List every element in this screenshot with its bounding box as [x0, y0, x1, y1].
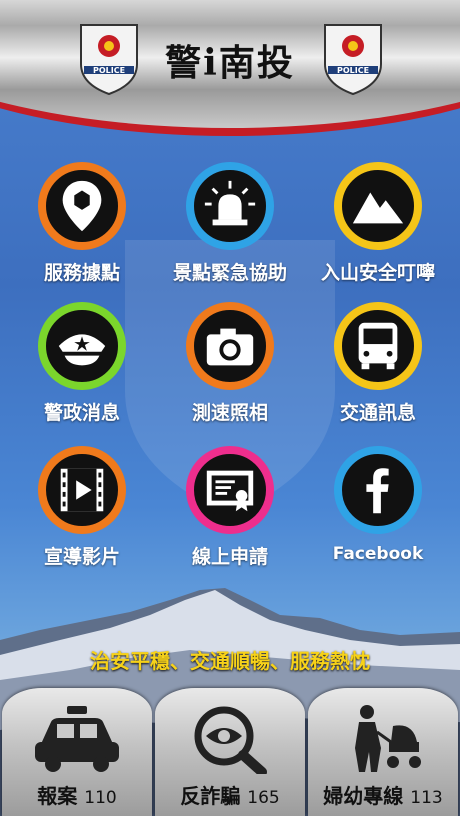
svg-text:POLICE: POLICE	[337, 66, 369, 75]
speed-camera-label: 測速照相	[191, 402, 268, 424]
mountain-safety-label: 入山安全叮嚀	[320, 262, 435, 284]
camera-icon	[186, 302, 274, 390]
service-locations-label: 服務據點	[43, 262, 120, 284]
svg-text:POLICE: POLICE	[93, 66, 125, 75]
facebook-button[interactable]: Facebook	[303, 446, 453, 576]
traffic-info-label: 交通訊息	[339, 402, 416, 424]
women-children-113-button[interactable]: 婦幼專線 113	[308, 688, 458, 816]
women-children-113-label: 婦幼專線 113	[323, 784, 443, 808]
mountain-safety-button[interactable]: 入山安全叮嚀	[303, 162, 453, 292]
speed-camera-button[interactable]: 測速照相	[155, 302, 305, 432]
promo-video-button[interactable]: 宣導影片	[7, 446, 157, 576]
bottom-hotline-bar: 報案 110 反詐騙 165 婦幼專線 113	[0, 688, 460, 816]
promo-video-label: 宣導影片	[43, 546, 120, 568]
emergency-light-icon	[186, 162, 274, 250]
police-cap-icon	[38, 302, 126, 390]
police-car-icon	[35, 706, 119, 772]
online-application-button[interactable]: 線上申請	[155, 446, 305, 576]
certificate-icon	[186, 446, 274, 534]
film-icon	[38, 446, 126, 534]
police-news-button[interactable]: 警政消息	[7, 302, 157, 432]
app-header: POLICE 警i南投 POLICE	[0, 0, 460, 140]
police-news-label: 警政消息	[43, 402, 120, 424]
service-locations-button[interactable]: 服務據點	[7, 162, 157, 292]
scenic-emergency-button[interactable]: 景點緊急協助	[155, 162, 305, 292]
bus-icon	[334, 302, 422, 390]
scenic-emergency-label: 景點緊急協助	[172, 262, 287, 284]
anti-fraud-165-button[interactable]: 反詐騙 165	[155, 688, 305, 816]
mountain-icon	[334, 162, 422, 250]
facebook-label: Facebook	[332, 544, 424, 564]
anti-fraud-165-label: 反詐騙 165	[180, 784, 280, 808]
traffic-info-button[interactable]: 交通訊息	[303, 302, 453, 432]
online-application-label: 線上申請	[191, 546, 268, 568]
police-badge-icon: POLICE	[324, 24, 382, 96]
facebook-icon	[334, 446, 422, 534]
slogan-text: 治安平穩、交通順暢、服務熱忱	[90, 649, 370, 673]
location-pin-icon	[38, 162, 126, 250]
magnifier-eye-icon	[194, 706, 267, 774]
report-110-button[interactable]: 報案 110	[2, 688, 152, 816]
app-title: 警i南投	[165, 42, 295, 84]
report-110-label: 報案 110	[37, 784, 117, 808]
mother-stroller-icon	[355, 705, 421, 772]
